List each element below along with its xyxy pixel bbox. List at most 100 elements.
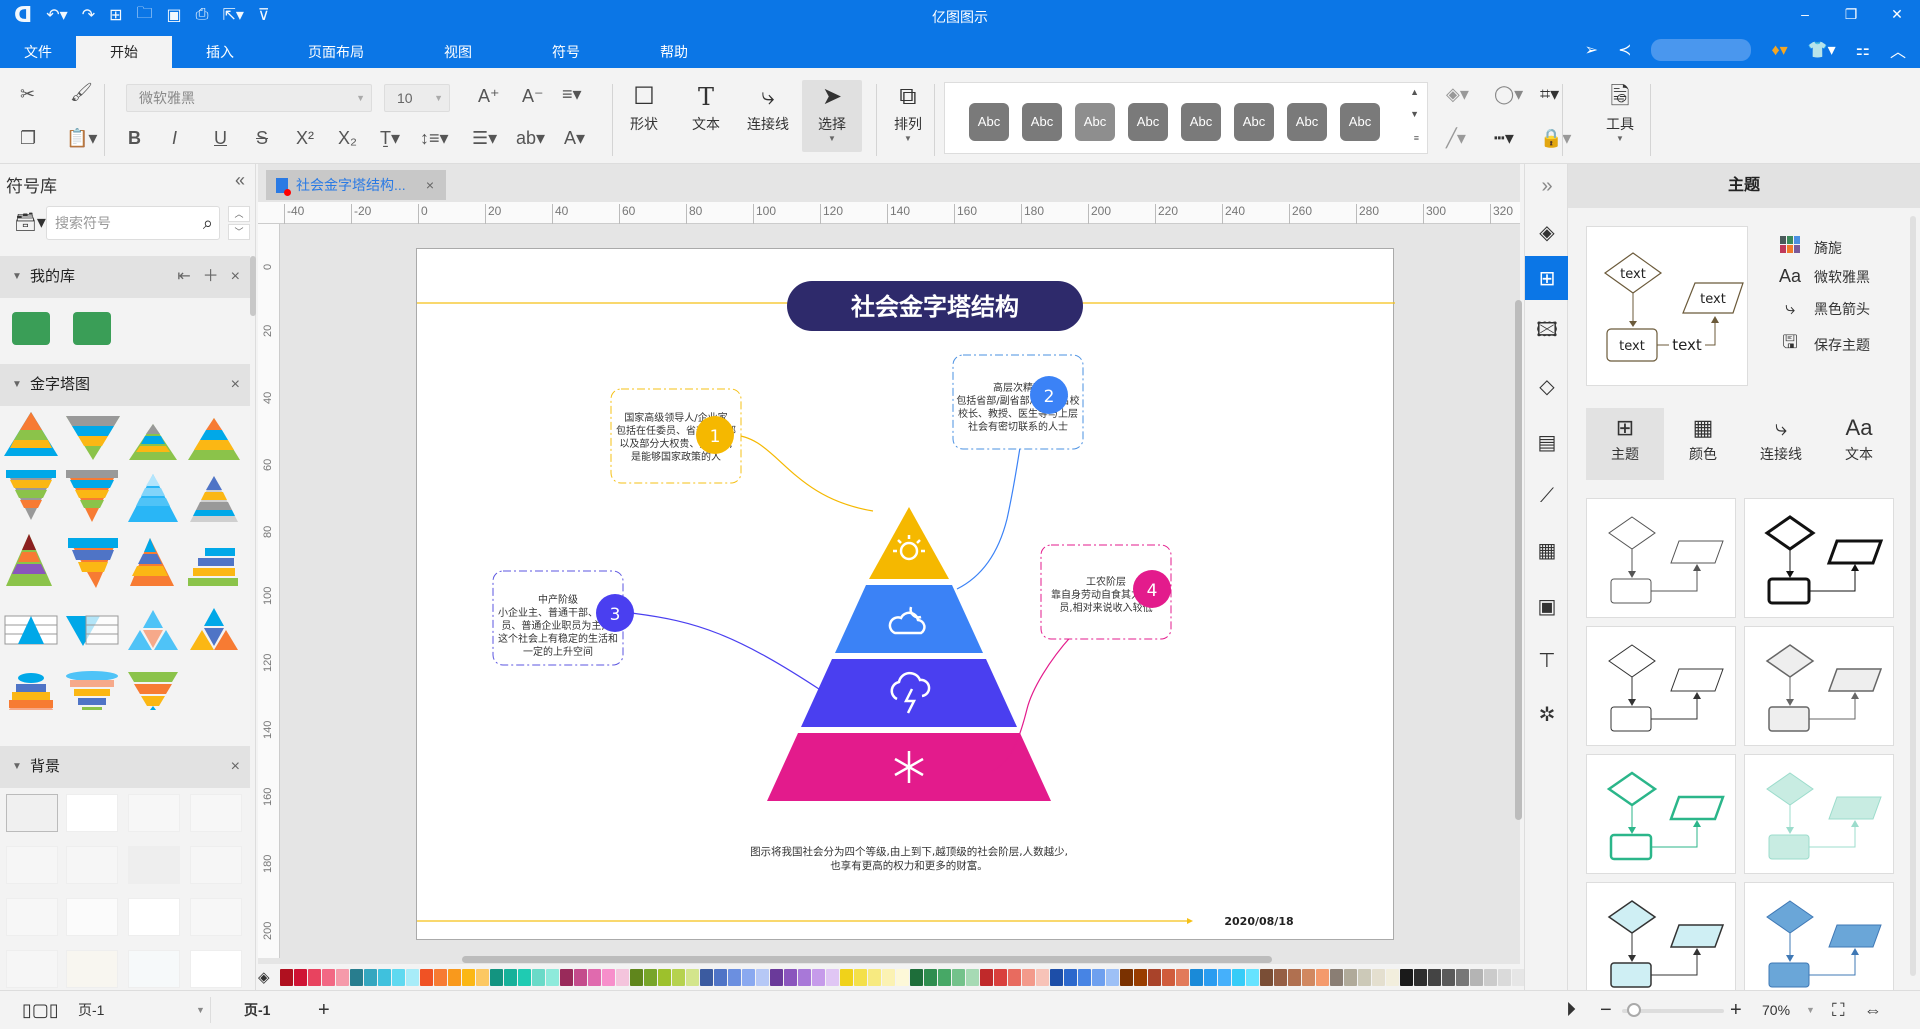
color-swatch[interactable] — [475, 968, 489, 986]
close-button[interactable]: ✕ — [1874, 0, 1920, 28]
color-swatch[interactable] — [573, 968, 587, 986]
background-tile[interactable] — [66, 950, 118, 988]
color-swatch[interactable] — [881, 968, 895, 986]
style-preset[interactable]: Abc — [1287, 103, 1327, 141]
color-swatch[interactable] — [839, 968, 853, 986]
background-tile[interactable] — [190, 898, 242, 936]
pyramid-shape[interactable] — [4, 412, 58, 456]
color-swatch[interactable] — [363, 968, 377, 986]
background-tile[interactable] — [6, 794, 58, 832]
line-icon[interactable]: ◯▾ — [1494, 84, 1523, 105]
pyramid-shape[interactable] — [188, 418, 240, 460]
page-view-icon[interactable]: ▯▢▯ — [22, 991, 59, 1029]
color-swatch[interactable] — [1175, 968, 1189, 986]
style-preset[interactable]: Abc — [1128, 103, 1168, 141]
theme-font[interactable]: Aa 微软雅黑 — [1778, 266, 1870, 287]
select-button[interactable]: ➤ 选择 ▼ — [802, 80, 862, 152]
connector-button[interactable]: ⤷ 连接线 — [740, 80, 796, 134]
theme-connector[interactable]: ⤷ 黑色箭头 — [1778, 298, 1870, 319]
menu-insert[interactable]: 插入 — [172, 36, 268, 68]
color-swatch[interactable] — [1035, 968, 1049, 986]
color-swatch[interactable] — [559, 968, 573, 986]
save-theme-button[interactable]: 🖫 保存主题 — [1778, 330, 1870, 360]
color-swatch[interactable] — [615, 968, 629, 986]
color-swatch[interactable] — [979, 968, 993, 986]
minimize-button[interactable]: – — [1782, 0, 1828, 28]
color-swatch[interactable] — [923, 968, 937, 986]
superscript-icon[interactable]: X² — [296, 128, 314, 149]
text-color-icon[interactable]: Ṯ▾ — [380, 128, 400, 149]
document-tab[interactable]: 社会金字塔结构... × — [266, 170, 446, 200]
pyramid-shape[interactable] — [6, 470, 56, 520]
background-tile[interactable] — [66, 846, 118, 884]
pyramid-layer-2[interactable] — [835, 585, 983, 653]
gallery-down-icon[interactable]: ▼ — [1410, 109, 1419, 119]
apps-icon[interactable]: ⚏ — [1856, 40, 1870, 60]
background-tile[interactable] — [128, 794, 180, 832]
subscript-icon[interactable]: X₂ — [338, 128, 357, 149]
add-icon[interactable]: ＋ — [203, 256, 219, 298]
zoom-out-icon[interactable]: − — [1600, 991, 1612, 1029]
align-icon[interactable]: ≡▾ — [562, 84, 582, 105]
color-swatch[interactable] — [1371, 968, 1385, 986]
color-swatch[interactable] — [629, 968, 643, 986]
puzzle-icon[interactable]: ▣ — [1525, 584, 1569, 628]
copy-icon[interactable]: ❐ — [20, 128, 36, 149]
theme-card[interactable] — [1744, 498, 1894, 618]
menu-help[interactable]: 帮助 — [620, 36, 728, 68]
gallery-up-icon[interactable]: ▲ — [1410, 87, 1419, 97]
close-tab-icon[interactable]: × — [426, 177, 434, 193]
pyramid-shape[interactable] — [190, 608, 238, 650]
color-swatch[interactable] — [1301, 968, 1315, 986]
background-tile[interactable] — [66, 898, 118, 936]
color-swatch[interactable] — [825, 968, 839, 986]
share-icon[interactable]: ≺ — [1618, 40, 1631, 60]
mindmap-icon[interactable]: ✲ — [1525, 692, 1569, 736]
skin-icon[interactable]: 👕▾ — [1808, 40, 1836, 60]
menu-page-layout[interactable]: 页面布局 — [268, 36, 404, 68]
library-shape[interactable] — [73, 312, 111, 345]
color-swatch[interactable] — [405, 968, 419, 986]
style-preset[interactable]: Abc — [1234, 103, 1274, 141]
chart-icon[interactable]: ⟋ — [1525, 474, 1569, 518]
table-icon[interactable]: ▦ — [1525, 528, 1569, 572]
color-swatch[interactable] — [713, 968, 727, 986]
horizontal-scrollbar[interactable] — [462, 956, 1272, 963]
close-icon[interactable]: × — [231, 256, 240, 298]
color-swatch[interactable] — [1427, 968, 1441, 986]
account-area[interactable] — [1651, 39, 1752, 61]
expand-panel-icon[interactable]: » — [1525, 164, 1569, 208]
vip-icon[interactable]: ♦▾ — [1771, 40, 1787, 60]
cut-icon[interactable]: ✂ — [20, 84, 35, 105]
color-swatch[interactable] — [1441, 968, 1455, 986]
color-swatch[interactable] — [1203, 968, 1217, 986]
shape-button[interactable]: ☐ 形状 — [616, 80, 672, 134]
color-swatch[interactable] — [545, 968, 559, 986]
pyramid-shape[interactable] — [68, 538, 118, 588]
pyramid-shape[interactable] — [6, 534, 52, 586]
text-button[interactable]: T 文本 — [678, 80, 734, 134]
color-swatch[interactable] — [1105, 968, 1119, 986]
color-swatch[interactable] — [433, 968, 447, 986]
menu-home[interactable]: 开始 — [76, 36, 172, 68]
color-swatch[interactable] — [1217, 968, 1231, 986]
underline-icon[interactable]: U — [214, 128, 227, 149]
theme-card[interactable] — [1744, 626, 1894, 746]
fit-width-icon[interactable]: ⇔ — [1864, 991, 1882, 1029]
color-swatch[interactable] — [741, 968, 755, 986]
search-icon[interactable]: ⌕ — [203, 207, 213, 239]
color-swatch[interactable] — [1161, 968, 1175, 986]
collapse-ribbon-icon[interactable]: ︿ — [1890, 38, 1906, 62]
org-icon[interactable]: ⊤ — [1525, 638, 1569, 682]
color-swatch[interactable] — [335, 968, 349, 986]
diagram-date[interactable]: 2020/08/18 — [1224, 915, 1293, 928]
color-swatch[interactable] — [601, 968, 615, 986]
menu-symbol[interactable]: 符号 — [512, 36, 620, 68]
fill-bucket-icon[interactable]: ◈ — [258, 968, 270, 986]
color-swatch[interactable] — [461, 968, 475, 986]
panel-scrollbar[interactable] — [250, 256, 256, 316]
caption-line[interactable]: 也享有更高的权力和更多的财富。 — [830, 859, 988, 872]
font-family-select[interactable]: 微软雅黑 ▼ — [126, 84, 372, 112]
color-swatch[interactable] — [643, 968, 657, 986]
color-swatch[interactable] — [1385, 968, 1399, 986]
